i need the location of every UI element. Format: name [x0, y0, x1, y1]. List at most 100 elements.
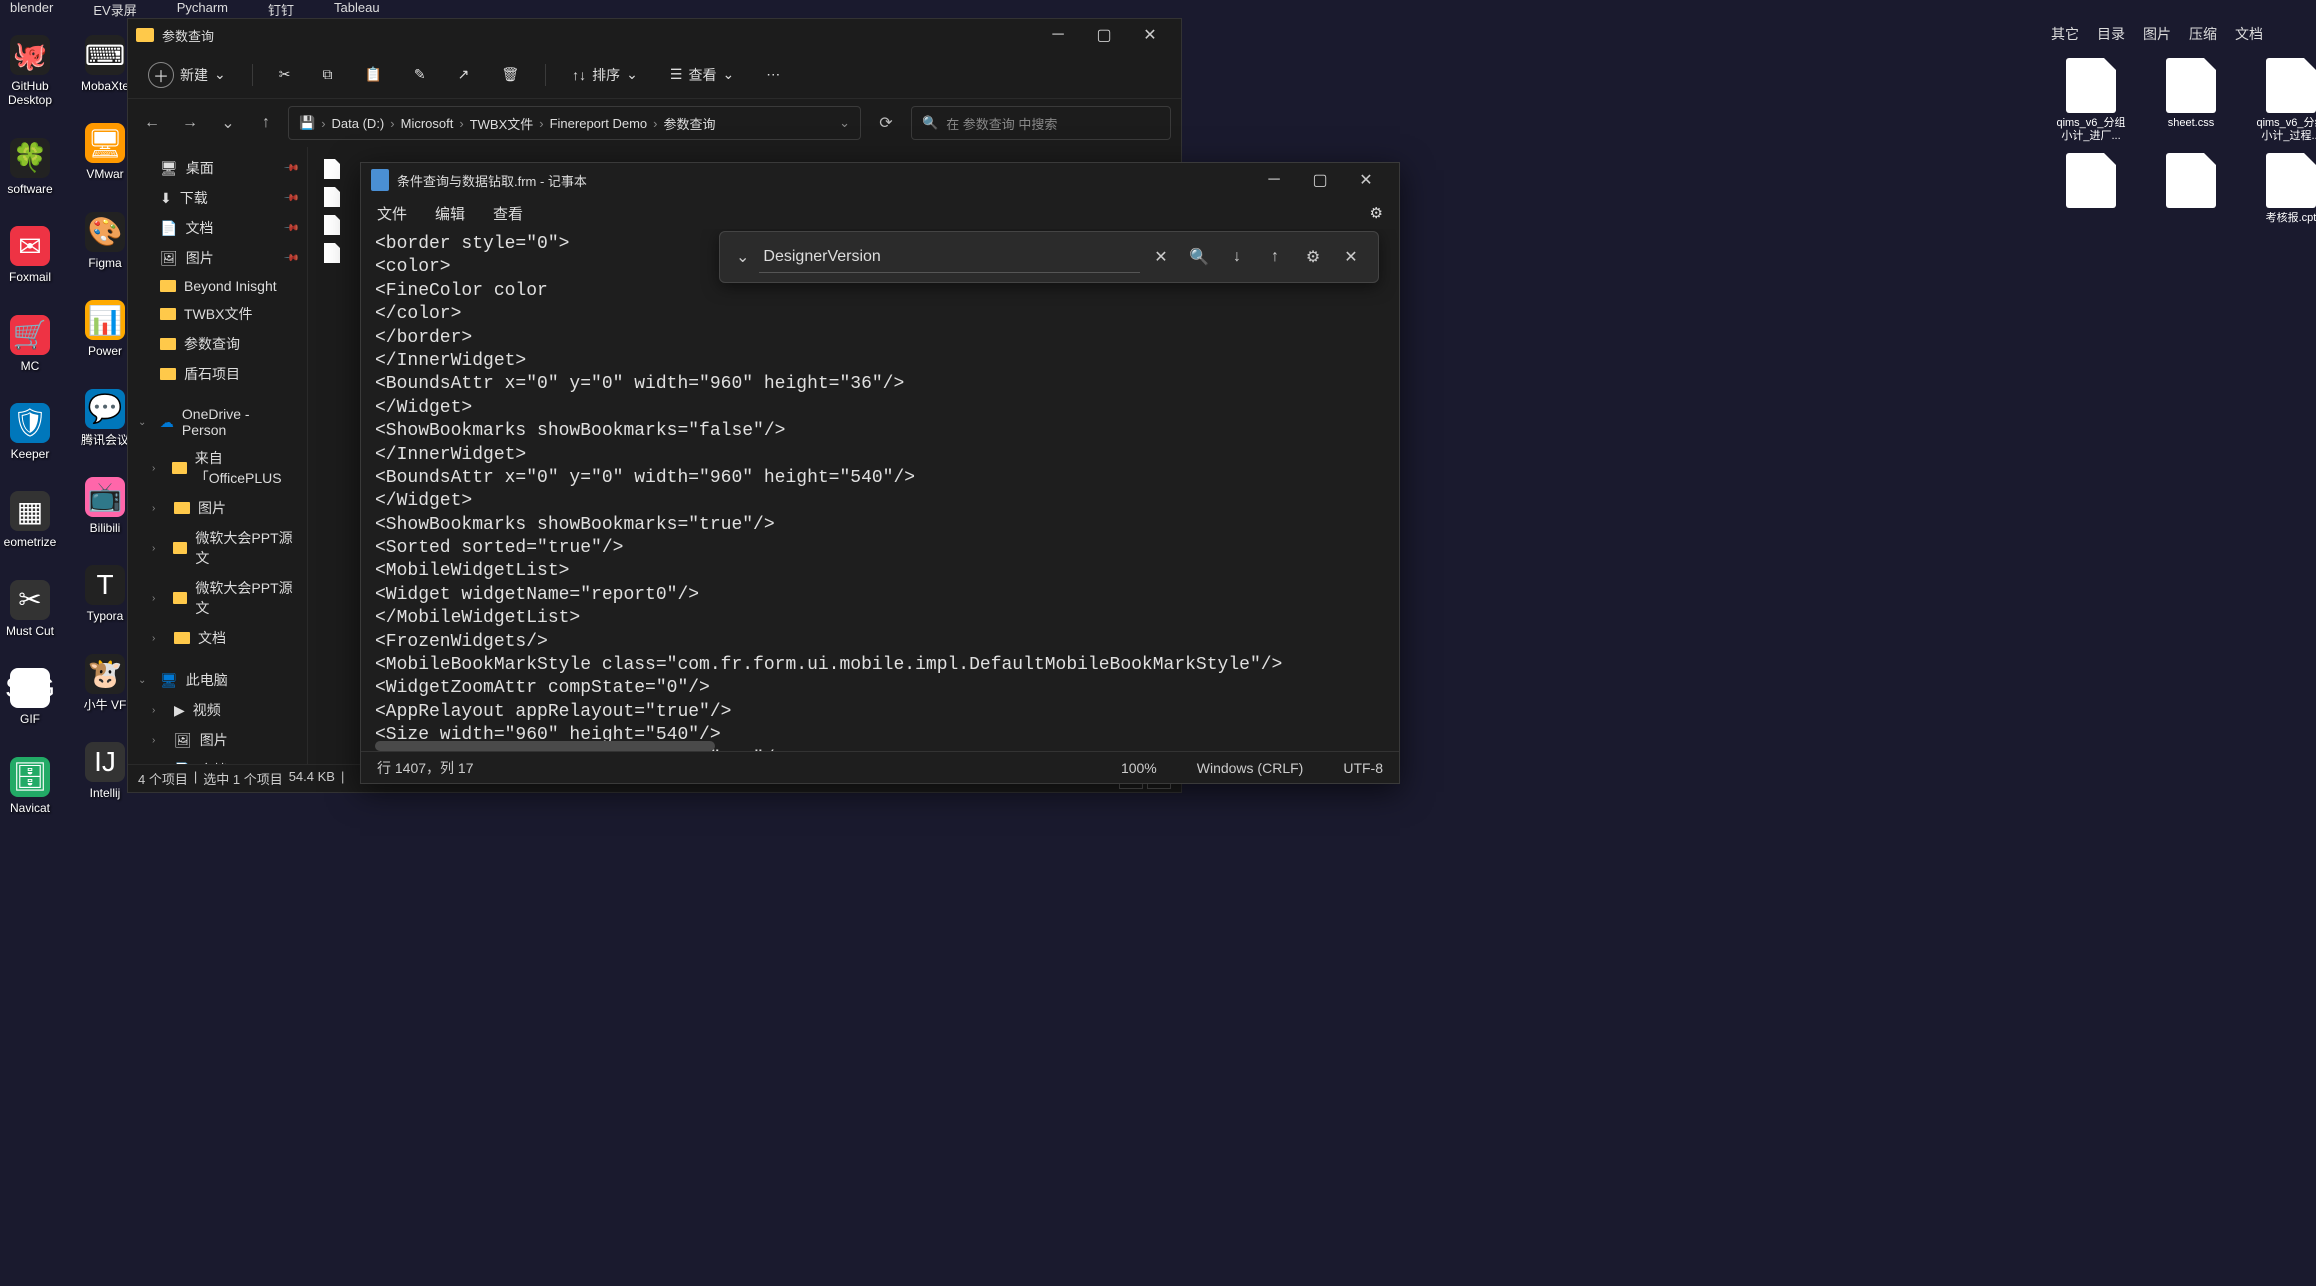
search-icon[interactable]: 🔍: [1182, 240, 1216, 274]
sidebar-quick-item[interactable]: 📄文档: [128, 213, 307, 243]
sidebar-onedrive[interactable]: ⌄☁OneDrive - Person: [128, 401, 307, 443]
breadcrumb-item[interactable]: Microsoft: [401, 116, 454, 131]
desktop-shortcut[interactable]: 📊Power: [75, 300, 135, 358]
find-prev-button[interactable]: ↑: [1258, 240, 1292, 274]
sidebar-onedrive-item[interactable]: ›来自「OfficePLUS: [128, 443, 307, 493]
sidebar-thispc-item[interactable]: ›▶视频: [128, 695, 307, 725]
breadcrumb-item[interactable]: TWBX文件: [470, 114, 534, 133]
notepad-titlebar[interactable]: 条件查询与数据钻取.frm - 记事本 ─ ▢ ✕: [361, 163, 1399, 197]
forward-button[interactable]: →: [176, 109, 204, 137]
desktop-shortcut[interactable]: 🍀software: [0, 138, 60, 196]
back-button[interactable]: ←: [138, 109, 166, 137]
desk-tab[interactable]: 其它: [2051, 24, 2079, 44]
desktop-shortcut[interactable]: 🗄Navicat: [0, 757, 60, 815]
desktop-shortcut[interactable]: 🎨Figma: [75, 212, 135, 270]
expand-find-button[interactable]: ⌄: [730, 247, 755, 267]
sidebar-thispc[interactable]: ⌄🖥此电脑: [128, 665, 307, 695]
sidebar-folder-item[interactable]: 参数查询: [128, 329, 307, 359]
sidebar-quick-item[interactable]: 🖼图片: [128, 243, 307, 273]
sidebar-thispc-item[interactable]: ›🖼图片: [128, 725, 307, 755]
desktop-shortcut[interactable]: ✉Foxmail: [0, 226, 60, 284]
sidebar-onedrive-item[interactable]: ›微软大会PPT源文: [128, 573, 307, 623]
view-button[interactable]: ☰ 查看 ⌄: [664, 61, 740, 89]
minimize-button[interactable]: ─: [1251, 164, 1297, 196]
chevron-down-icon[interactable]: ⌄: [839, 115, 850, 131]
notepad-text[interactable]: <border style="0"> <color> <FineColor co…: [361, 229, 1399, 751]
desktop-shortcut[interactable]: ✂Must Cut: [0, 580, 60, 638]
menu-file[interactable]: 文件: [377, 203, 407, 224]
sidebar-onedrive-item[interactable]: ›微软大会PPT源文: [128, 523, 307, 573]
sidebar-folder-item[interactable]: Beyond Inisght: [128, 273, 307, 299]
find-options-button[interactable]: ⚙: [1296, 240, 1330, 274]
desktop-shortcut[interactable]: 🖥VMwar: [75, 123, 135, 181]
desktop-shortcut[interactable]: 🐙GitHub Desktop: [0, 35, 60, 108]
refresh-button[interactable]: ⟳: [869, 106, 903, 140]
breadcrumb-item[interactable]: 参数查询: [663, 114, 715, 133]
explorer-sidebar: 🖥桌面⬇下载📄文档🖼图片Beyond InisghtTWBX文件参数查询盾石项目…: [128, 147, 308, 764]
desktop-shortcut[interactable]: 🛒MC: [0, 315, 60, 373]
sidebar-quick-item[interactable]: 🖥桌面: [128, 153, 307, 183]
maximize-button[interactable]: ▢: [1081, 19, 1127, 51]
desktop-shortcut[interactable]: IJIntellij: [75, 742, 135, 800]
desktop-shortcut[interactable]: 🛡Keeper: [0, 403, 60, 461]
share-button[interactable]: ↗: [452, 62, 476, 87]
explorer-titlebar[interactable]: 参数查询 ─ ▢ ✕: [128, 19, 1181, 51]
maximize-button[interactable]: ▢: [1297, 164, 1343, 196]
notepad-statusbar: 行 1407，列 17 100% Windows (CRLF) UTF-8: [361, 751, 1399, 783]
clipboard-icon: 📋: [364, 66, 381, 83]
sidebar-folder-item[interactable]: 盾石项目: [128, 359, 307, 389]
desk-tab[interactable]: 目录: [2097, 24, 2125, 44]
desktop-shortcut[interactable]: 💬腾讯会议: [75, 389, 135, 447]
find-next-button[interactable]: ↓: [1220, 240, 1254, 274]
desk-tab[interactable]: 图片: [2143, 24, 2171, 44]
up-button[interactable]: ↑: [252, 109, 280, 137]
clear-find-button[interactable]: ✕: [1144, 240, 1178, 274]
settings-button[interactable]: ⚙: [1370, 204, 1383, 222]
breadcrumb-item[interactable]: Data (D:): [332, 116, 385, 131]
desktop-file[interactable]: qims_v6_分组小计_过程...: [2251, 58, 2316, 143]
desktop-shortcut[interactable]: ▦eometrize: [0, 491, 60, 549]
history-button[interactable]: ⌄: [214, 109, 242, 137]
desktop-file[interactable]: qims_v6_分组小计_进厂...: [2051, 58, 2131, 143]
sidebar-onedrive-item[interactable]: ›文档: [128, 623, 307, 653]
minimize-button[interactable]: ─: [1035, 19, 1081, 51]
breadcrumb[interactable]: 💾 › Data (D:) › Microsoft › TWBX文件 › Fin…: [288, 106, 861, 140]
notepad-icon: [371, 169, 389, 191]
cut-button[interactable]: ✂: [273, 62, 297, 87]
copy-icon: ⧉: [322, 66, 332, 83]
sidebar-quick-item[interactable]: ⬇下载: [128, 183, 307, 213]
breadcrumb-item[interactable]: Finereport Demo: [550, 116, 648, 131]
desktop-file[interactable]: [2151, 153, 2231, 225]
sidebar-folder-item[interactable]: TWBX文件: [128, 299, 307, 329]
search-input[interactable]: 🔍 在 参数查询 中搜索: [911, 106, 1171, 140]
close-button[interactable]: ✕: [1127, 19, 1173, 51]
sidebar-thispc-item[interactable]: ›📄文档: [128, 755, 307, 764]
horizontal-scrollbar[interactable]: [375, 741, 715, 751]
close-button[interactable]: ✕: [1343, 164, 1389, 196]
new-button[interactable]: ＋ 新建 ⌄: [142, 58, 232, 92]
taskbar-app[interactable]: 钉钉: [268, 0, 294, 20]
sort-button[interactable]: ↑↓ 排序 ⌄: [566, 61, 644, 89]
desktop-shortcut[interactable]: 🐮小牛 VF: [75, 654, 135, 712]
menu-view[interactable]: 查看: [493, 203, 523, 224]
copy-button[interactable]: ⧉: [316, 62, 338, 87]
taskbar-app[interactable]: Pycharm: [177, 0, 228, 20]
desktop-shortcut[interactable]: S›GGIF: [0, 668, 60, 726]
find-input[interactable]: [759, 242, 1140, 273]
desk-tab[interactable]: 文档: [2235, 24, 2263, 44]
paste-button[interactable]: 📋: [358, 62, 387, 87]
sidebar-onedrive-item[interactable]: ›图片: [128, 493, 307, 523]
close-find-button[interactable]: ✕: [1334, 240, 1368, 274]
taskbar-app[interactable]: Tableau: [334, 0, 380, 20]
desktop-file[interactable]: 考核报.cpt: [2251, 153, 2316, 225]
desktop-shortcut[interactable]: TTypora: [75, 565, 135, 623]
desktop-shortcut[interactable]: ⌨MobaXte: [75, 35, 135, 93]
desktop-shortcut[interactable]: 📺Bilibili: [75, 477, 135, 535]
rename-button[interactable]: ✎: [408, 62, 432, 87]
desktop-file[interactable]: sheet.css: [2151, 58, 2231, 143]
desktop-file[interactable]: [2051, 153, 2131, 225]
delete-button[interactable]: 🗑: [495, 62, 525, 87]
desk-tab[interactable]: 压缩: [2189, 24, 2217, 44]
menu-edit[interactable]: 编辑: [435, 203, 465, 224]
more-button[interactable]: ⋯: [760, 62, 786, 87]
